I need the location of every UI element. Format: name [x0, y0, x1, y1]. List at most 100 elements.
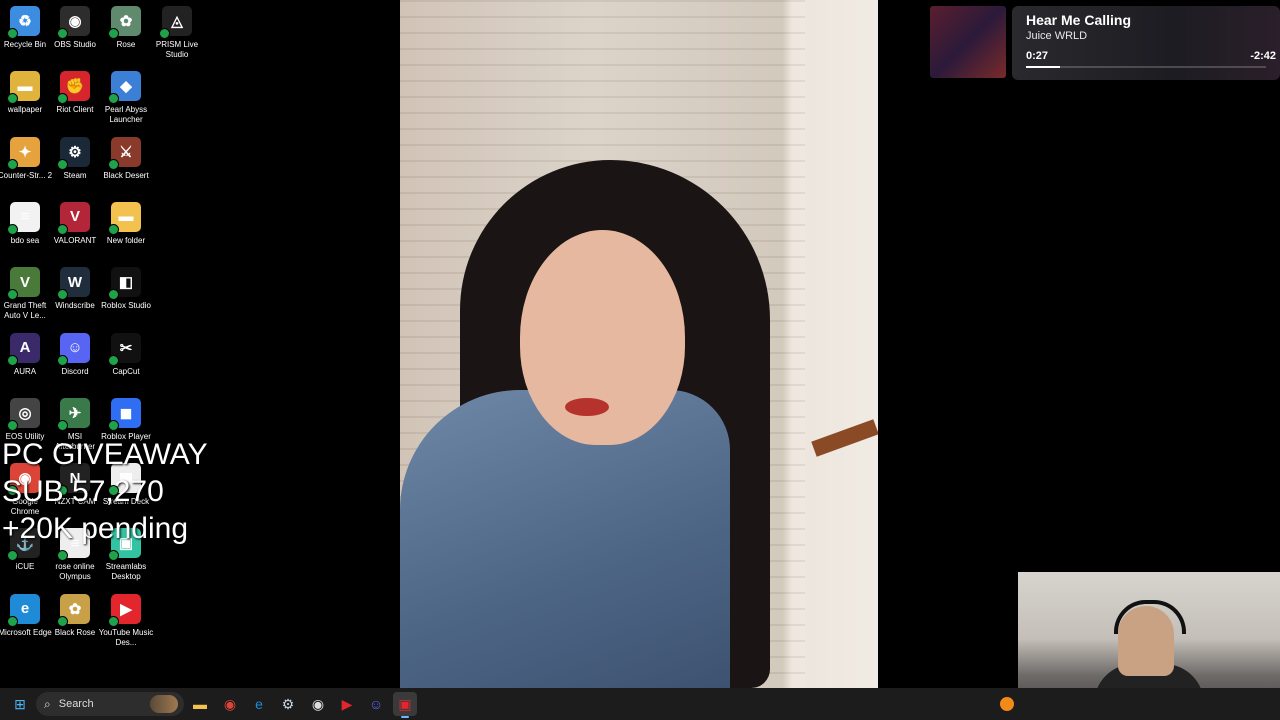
- sync-check-icon: [57, 550, 68, 562]
- desktop-icon-capcut[interactable]: ✂ CapCut: [101, 332, 151, 377]
- sync-check-icon: [57, 615, 68, 627]
- sync-check-icon: [108, 550, 119, 562]
- app-icon: ⚙: [57, 136, 90, 170]
- lips: [565, 398, 609, 416]
- discord-taskbar-button[interactable]: ☺: [364, 692, 388, 716]
- start-icon: ⊞: [14, 695, 26, 712]
- chrome-taskbar-button[interactable]: ◉: [218, 692, 242, 716]
- progress-track[interactable]: [1026, 66, 1266, 68]
- now-playing-widget[interactable]: Hear Me Calling Juice WRLD 0:27 -2:42: [930, 6, 1280, 80]
- desktop-icon-label: Steam: [63, 170, 87, 180]
- desktop-icon-aura[interactable]: A AURA: [0, 332, 50, 377]
- streaming-app-taskbar-button[interactable]: ▣: [393, 692, 417, 718]
- desktop-icon-label: Counter-Str... 2: [0, 170, 53, 180]
- photo-viewer[interactable]: [400, 0, 878, 688]
- desktop-icon-label: Black Desert: [103, 170, 149, 180]
- desktop-icon-label: wallpaper: [7, 105, 43, 115]
- desktop-icon-label: Riot Client: [56, 105, 94, 115]
- desktop-icon-label: Streamlabs Desktop: [105, 562, 147, 582]
- desktop-icon-label: Black Rose: [54, 627, 96, 637]
- progress-fill: [1026, 66, 1060, 68]
- chrome-icon: ◉: [223, 695, 237, 712]
- app-icon: ♻: [7, 6, 40, 39]
- app-icon: ◉: [57, 6, 90, 39]
- desktop-icon-recycle-bin[interactable]: ♻ Recycle Bin: [0, 6, 50, 50]
- desktop-icon-label: Microsoft Edge: [0, 627, 52, 637]
- desktop-icon-black-rose[interactable]: ✿ Black Rose: [50, 593, 100, 638]
- remaining-time: -2:42: [1250, 50, 1276, 62]
- app-icon: ✈: [57, 397, 90, 431]
- sync-check-icon: [7, 419, 18, 431]
- track-artist: Juice WRLD: [1026, 30, 1088, 42]
- desktop-icon-wallpaper[interactable]: ▬ wallpaper: [0, 71, 50, 115]
- desktop-icon-label: iCUE: [15, 562, 35, 572]
- youtube-music-taskbar-button[interactable]: ▶: [335, 692, 359, 716]
- desktop-icon-youtube-music-des[interactable]: ▶ YouTube Music Des...: [99, 593, 153, 648]
- desktop-icon-discord[interactable]: ☺ Discord: [50, 332, 100, 377]
- streaming-app-icon: ▣: [398, 695, 412, 712]
- search-highlight-icon: [150, 695, 178, 713]
- desktop-icon-pearl-abyss-launcher[interactable]: ◆ Pearl Abyss Launcher: [101, 71, 151, 125]
- app-icon: ◬: [159, 6, 192, 39]
- tray-notification-icon[interactable]: [1000, 697, 1014, 711]
- app-icon: e: [7, 593, 40, 627]
- sync-check-icon: [7, 28, 18, 39]
- desktop-icon-new-folder[interactable]: ▬ New folder: [101, 201, 151, 246]
- desktop-icon-riot-client[interactable]: ✊ Riot Client: [50, 71, 100, 115]
- desktop-icon-rose[interactable]: ✿ Rose: [101, 6, 151, 50]
- steam-taskbar-button[interactable]: ⚙: [276, 692, 300, 716]
- app-icon: W: [57, 267, 90, 301]
- sync-check-icon: [57, 419, 68, 431]
- desktop-icon-steam[interactable]: ⚙ Steam: [50, 136, 100, 181]
- desktop-icon-obs-studio[interactable]: ◉ OBS Studio: [50, 6, 100, 50]
- search-icon: ⌕: [44, 696, 51, 711]
- sync-check-icon: [57, 93, 68, 105]
- sync-check-icon: [108, 289, 119, 301]
- desktop-icon-counter-str-2[interactable]: ✦ Counter-Str... 2: [0, 136, 53, 181]
- desktop-icon-black-desert[interactable]: ⚔ Black Desert: [101, 136, 151, 181]
- app-icon: ▶: [108, 593, 141, 627]
- desktop-icon-label: AURA: [13, 366, 37, 376]
- desktop-icon-bdo-sea[interactable]: ≡ bdo sea: [0, 201, 50, 246]
- desktop-icon-prism-live-studio[interactable]: ◬ PRISM Live Studio: [152, 6, 202, 60]
- track-title: Hear Me Calling: [1026, 12, 1132, 28]
- desktop-icon-grand-theft-auto-v-le[interactable]: V Grand Theft Auto V Le...: [0, 267, 50, 321]
- sync-check-icon: [108, 93, 119, 105]
- elapsed-time: 0:27: [1026, 50, 1049, 62]
- app-icon: ≡: [7, 201, 40, 235]
- desktop-icon-label: CapCut: [112, 366, 140, 376]
- sync-check-icon: [108, 223, 119, 235]
- search-input[interactable]: ⌕ Search: [36, 692, 184, 716]
- sub-count: SUB 57,270: [2, 475, 164, 508]
- desktop-icon-microsoft-edge[interactable]: e Microsoft Edge: [0, 593, 52, 638]
- app-icon: A: [7, 332, 40, 366]
- sync-check-icon: [7, 223, 18, 235]
- sync-check-icon: [7, 615, 18, 627]
- app-icon: ✊: [57, 71, 90, 105]
- sync-check-icon: [57, 354, 68, 366]
- desktop-icon-label: rose online Olympus: [55, 562, 95, 582]
- desktop-icon-roblox-studio[interactable]: ◧ Roblox Studio: [101, 267, 151, 311]
- now-playing-card: Hear Me Calling Juice WRLD 0:27 -2:42: [1012, 6, 1280, 80]
- desktop-icon-valorant[interactable]: V VALORANT: [50, 201, 100, 246]
- app-icon: ◼: [108, 397, 141, 431]
- app-icon: ◆: [108, 71, 141, 105]
- edge-taskbar-button[interactable]: e: [247, 692, 271, 716]
- file-explorer-taskbar-button[interactable]: ▬: [188, 692, 212, 716]
- desktop-icon-label: VALORANT: [53, 235, 97, 245]
- desktop-icon-label: Pearl Abyss Launcher: [104, 105, 148, 125]
- app-icon: ◎: [7, 397, 40, 431]
- sync-check-icon: [57, 28, 68, 39]
- sync-check-icon: [159, 28, 170, 39]
- desktop-icon-label: PRISM Live Studio: [155, 40, 199, 59]
- start-button[interactable]: ⊞: [8, 692, 32, 716]
- app-icon: V: [57, 201, 90, 235]
- desktop-icon-label: Recycle Bin: [3, 40, 47, 49]
- desktop-icon-windscribe[interactable]: W Windscribe: [50, 267, 100, 311]
- desktop-icon-label: Roblox Studio: [101, 301, 151, 311]
- sync-check-icon: [108, 419, 119, 431]
- obs-taskbar-button[interactable]: ◉: [306, 692, 330, 716]
- desktop-icon-label: New folder: [106, 235, 146, 245]
- search-placeholder: Search: [58, 698, 94, 710]
- sync-check-icon: [108, 354, 119, 366]
